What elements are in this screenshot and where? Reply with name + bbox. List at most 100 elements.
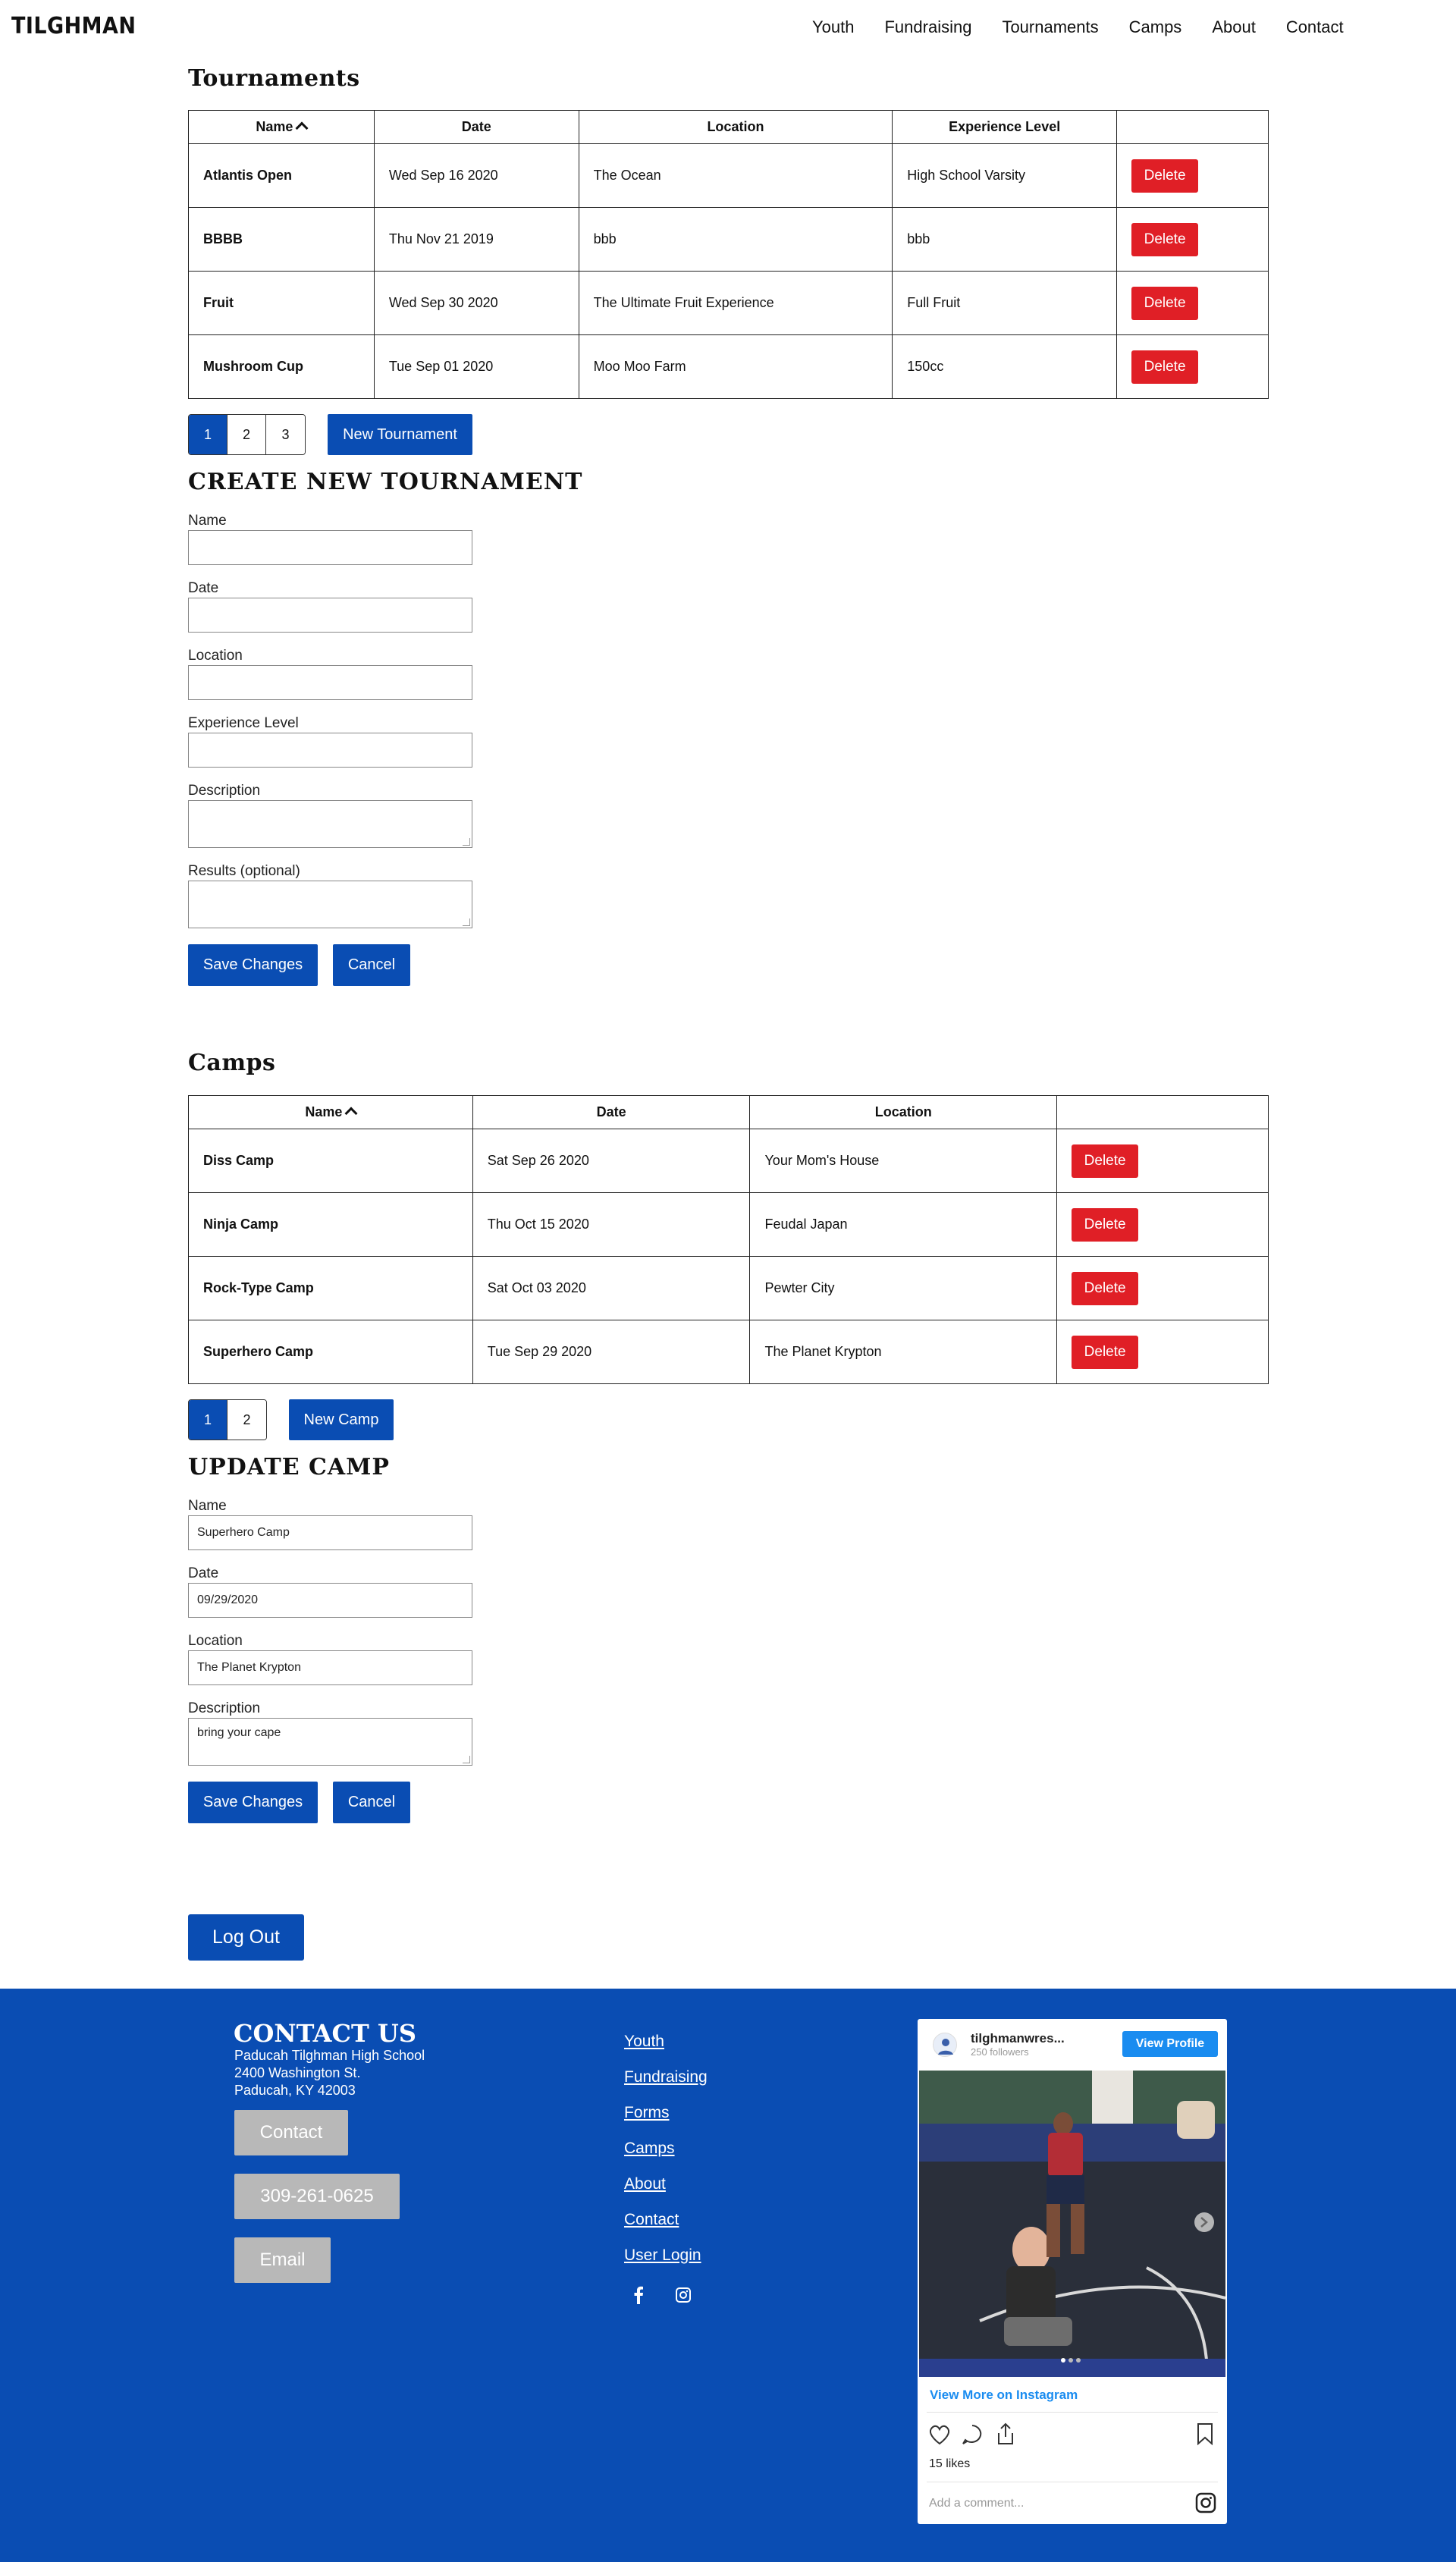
cell-location: Your Mom's House [749, 1129, 1058, 1193]
footer-link-camps[interactable]: Camps [624, 2140, 708, 2159]
name-label: Name [188, 1498, 227, 1514]
contact-us-title: CONTACT US [234, 2019, 416, 2048]
footer-link-about[interactable]: About [624, 2175, 708, 2195]
footer-link-forms[interactable]: Forms [624, 2104, 708, 2124]
delete-button[interactable]: Delete [1131, 159, 1199, 193]
col-header-name[interactable]: Name [188, 1095, 473, 1129]
table-row[interactable]: Ninja Camp Thu Oct 15 2020 Feudal Japan … [188, 1192, 1269, 1257]
description-label: Description [188, 1700, 261, 1716]
table-row[interactable]: Superhero Camp Tue Sep 29 2020 The Plane… [188, 1320, 1269, 1384]
camps-title: Camps [188, 1050, 276, 1076]
nav-link-tournaments[interactable]: Tournaments [1002, 17, 1098, 37]
name-field[interactable]: Superhero Camp [188, 1515, 472, 1550]
address-line: Paducah Tilghman High School [234, 2048, 425, 2063]
description-label: Description [188, 783, 261, 799]
footer-link-youth[interactable]: Youth [624, 2033, 708, 2052]
date-label: Date [188, 580, 219, 596]
create-tournament-title: CREATE NEW TOURNAMENT [188, 469, 583, 495]
cell-location: Feudal Japan [749, 1192, 1058, 1257]
cell-level: Full Fruit [892, 271, 1118, 335]
page-button-1[interactable]: 1 [189, 415, 228, 454]
location-field[interactable]: The Planet Krypton [188, 1650, 472, 1685]
instagram-photo[interactable] [919, 2071, 1226, 2378]
bookmark-icon[interactable] [1196, 2422, 1214, 2449]
col-header-name[interactable]: Name [188, 110, 375, 144]
name-field[interactable] [188, 530, 472, 565]
delete-button[interactable]: Delete [1072, 1144, 1139, 1178]
cancel-button[interactable]: Cancel [333, 1782, 410, 1823]
cell-location: The Ultimate Fruit Experience [578, 271, 893, 335]
page-button-2[interactable]: 2 [228, 415, 266, 454]
table-row[interactable]: Rock-Type Camp Sat Oct 03 2020 Pewter Ci… [188, 1256, 1269, 1320]
top-nav: TILGHMAN Youth Fundraising Tournaments C… [0, 0, 1456, 55]
experience-level-field[interactable] [188, 733, 472, 768]
nav-link-fundraising[interactable]: Fundraising [884, 17, 971, 37]
instagram-icon[interactable] [676, 2287, 691, 2307]
view-profile-button[interactable]: View Profile [1122, 2031, 1218, 2057]
nav-link-about[interactable]: About [1212, 17, 1256, 37]
page-button-2[interactable]: 2 [228, 1400, 266, 1440]
view-more-link[interactable]: View More on Instagram [930, 2388, 1078, 2403]
description-field[interactable] [188, 800, 472, 848]
cancel-button[interactable]: Cancel [333, 944, 410, 986]
description-field[interactable]: bring your cape [188, 1718, 472, 1766]
cell-name: Fruit [188, 271, 375, 335]
footer-link-user-login[interactable]: User Login [624, 2246, 708, 2266]
cell-location: The Ocean [578, 143, 893, 208]
location-field[interactable] [188, 665, 472, 700]
save-changes-button[interactable]: Save Changes [188, 944, 318, 986]
log-out-button[interactable]: Log Out [188, 1914, 304, 1961]
phone-button[interactable]: 309-261-0625 [234, 2174, 400, 2219]
col-header-location[interactable]: Location [578, 110, 893, 144]
tournaments-title: Tournaments [188, 65, 360, 92]
email-button[interactable]: Email [234, 2237, 331, 2283]
table-row[interactable]: Fruit Wed Sep 30 2020 The Ultimate Fruit… [188, 271, 1269, 335]
cell-location: Moo Moo Farm [578, 334, 893, 399]
comment-icon[interactable] [961, 2424, 984, 2449]
instagram-embed: tilghmanwres... 250 followers View Profi… [918, 2019, 1227, 2524]
delete-button[interactable]: Delete [1072, 1335, 1139, 1369]
cell-level: bbb [892, 207, 1118, 272]
col-header-experience-level[interactable]: Experience Level [892, 110, 1118, 144]
nav-link-contact[interactable]: Contact [1286, 17, 1344, 37]
table-row[interactable]: BBBB Thu Nov 21 2019 bbb bbb Delete [188, 207, 1269, 272]
delete-button[interactable]: Delete [1072, 1207, 1139, 1242]
nav-link-youth[interactable]: Youth [812, 17, 854, 37]
table-row[interactable]: Mushroom Cup Tue Sep 01 2020 Moo Moo Far… [188, 334, 1269, 399]
save-changes-button[interactable]: Save Changes [188, 1782, 318, 1823]
cell-location: Pewter City [749, 1256, 1058, 1320]
date-field[interactable] [188, 598, 472, 633]
camps-table: Name Date Location Diss Camp Sat Sep 26 … [188, 1095, 1269, 1384]
table-row[interactable]: Diss Camp Sat Sep 26 2020 Your Mom's Hou… [188, 1129, 1269, 1193]
instagram-username[interactable]: tilghmanwres... [971, 2031, 1065, 2046]
delete-button[interactable]: Delete [1131, 222, 1199, 256]
results-field[interactable] [188, 881, 472, 928]
profile-avatar[interactable] [933, 2033, 957, 2057]
col-header-date[interactable]: Date [373, 110, 579, 144]
cell-name: BBBB [188, 207, 375, 272]
col-header-location[interactable]: Location [749, 1095, 1058, 1129]
facebook-icon[interactable] [633, 2286, 644, 2309]
heart-icon[interactable] [928, 2424, 951, 2449]
col-header-date[interactable]: Date [472, 1095, 751, 1129]
footer-link-contact[interactable]: Contact [624, 2211, 708, 2231]
date-field[interactable]: 09/29/2020 [188, 1583, 472, 1618]
contact-button[interactable]: Contact [234, 2110, 348, 2155]
experience-level-label: Experience Level [188, 715, 299, 731]
new-tournament-button[interactable]: New Tournament [328, 414, 472, 455]
table-row[interactable]: Atlantis Open Wed Sep 16 2020 The Ocean … [188, 143, 1269, 208]
page-button-3[interactable]: 3 [266, 415, 305, 454]
brand-logo[interactable]: TILGHMAN [11, 13, 136, 39]
page-button-1[interactable]: 1 [189, 1400, 228, 1440]
instagram-logo-icon[interactable] [1195, 2492, 1216, 2517]
delete-button[interactable]: Delete [1131, 350, 1199, 384]
delete-button[interactable]: Delete [1072, 1271, 1139, 1305]
footer-link-fundraising[interactable]: Fundraising [624, 2068, 708, 2088]
share-icon[interactable] [995, 2422, 1016, 2449]
date-label: Date [188, 1565, 219, 1581]
new-camp-button[interactable]: New Camp [289, 1399, 394, 1440]
delete-button[interactable]: Delete [1131, 286, 1199, 320]
nav-link-camps[interactable]: Camps [1129, 17, 1182, 37]
add-comment-input[interactable]: Add a comment... [929, 2497, 1024, 2510]
update-camp-title: UPDATE CAMP [188, 1454, 390, 1480]
